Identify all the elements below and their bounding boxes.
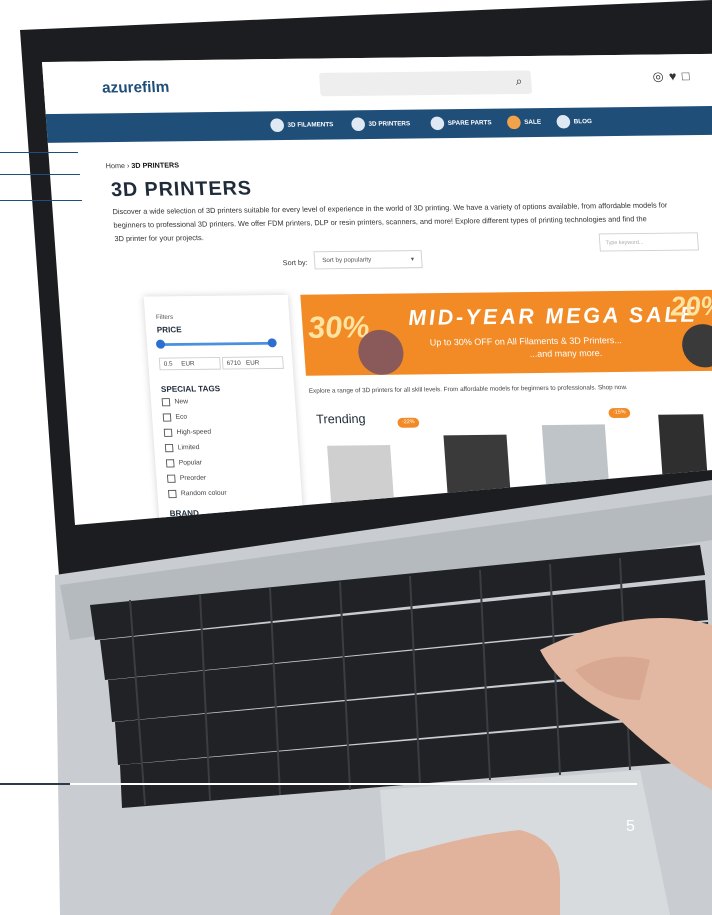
sort-value: Sort by popularity [322,256,372,264]
tag-checkbox-eco[interactable]: Eco [162,412,188,422]
callout-line [0,152,78,153]
tag-checkbox-random-colour[interactable]: Random colour [168,488,227,498]
discount-badge: -22% [397,417,420,428]
page-title: 3D PRINTERS [110,176,253,201]
banner-title: MID-YEAR MEGA SALE [407,302,699,331]
price-slider[interactable] [155,338,277,349]
tag-checkbox-popular[interactable]: Popular [165,458,202,468]
price-heading: PRICE [156,325,182,335]
discount-badge: -15% [608,407,631,419]
nav-item-blog[interactable]: BLOG [556,114,592,129]
price-min-handle[interactable] [155,339,166,349]
banner-discount-right: 20% [669,291,712,322]
price-max-field[interactable]: 6710 EUR [221,356,284,370]
price-min-field[interactable]: 0.5 EUR [158,356,221,371]
tag-checkbox-high-speed[interactable]: High-speed [163,427,212,437]
sort-select[interactable]: Sort by popularity ▾ [313,250,423,270]
sort-label: Sort by: [282,258,308,268]
special-tags-heading: SPECIAL TAGS [160,383,221,394]
trending-heading: Trending [315,411,366,427]
nav-item-3d-printers[interactable]: 3D PRINTERS [350,117,411,132]
filament-spool-icon [356,329,405,376]
breadcrumb: Home › 3D PRINTERS [105,161,179,170]
footer-rule-left [0,783,70,785]
search-icon[interactable]: ⌕ [515,74,523,88]
keyword-search-field[interactable]: Type keyword... [598,232,699,252]
user-icon[interactable]: ◎ [652,69,669,84]
nav-item-spare-parts[interactable]: SPARE PARTS [430,116,492,131]
heart-icon[interactable]: ♥ [668,69,682,84]
explore-text: Explore a range of 3D printers for all s… [308,384,628,395]
site-logo[interactable]: azurefilm [101,78,169,97]
callout-line [0,174,80,175]
nav-item-sale[interactable]: SALE [506,115,542,130]
banner-subtitle: Up to 30% OFF on All Filaments & 3D Prin… [429,335,623,349]
header-icons: ◎♥□ [652,68,695,84]
tag-checkbox-limited[interactable]: Limited [164,443,200,452]
search-input[interactable]: ⌕ [319,70,533,97]
callout-line [0,200,82,201]
chevron-down-icon: ▾ [410,256,415,263]
tag-checkbox-new[interactable]: New [161,397,189,406]
nav-item-3d-filaments[interactable]: 3D FILAMENTS [269,118,334,133]
site-header: azurefilm ⌕ ◎♥□ [42,53,712,115]
tag-checkbox-preorder[interactable]: Preorder [166,473,206,483]
banner-subtitle-2: ...and many more. [529,348,603,360]
price-max-handle[interactable] [267,338,277,348]
footer-rule [0,783,637,785]
sale-banner[interactable]: 30% MID-YEAR MEGA SALE Up to 30% OFF on … [300,289,712,376]
filters-heading: Filters [155,314,174,321]
page-number: 5 [626,818,635,835]
cart-icon[interactable]: □ [681,68,695,83]
breadcrumb-separator: › [126,161,130,170]
filament-spool-icon [680,323,712,368]
breadcrumb-home[interactable]: Home [105,162,125,170]
breadcrumb-current: 3D PRINTERS [131,161,180,170]
